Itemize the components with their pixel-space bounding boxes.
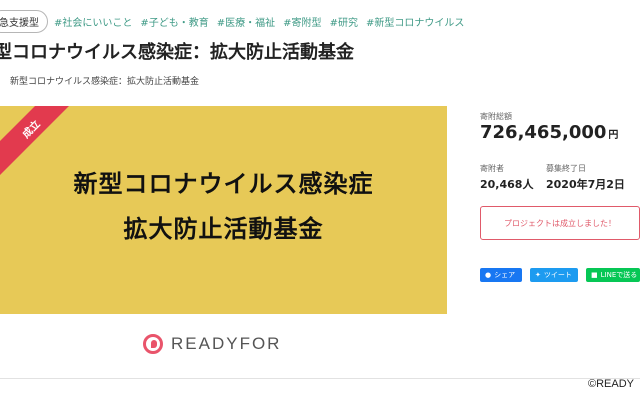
hero-line-1: 新型コロナウイルス感染症	[73, 169, 374, 198]
end-date-label: 募集終了日	[546, 164, 586, 173]
total-amount: 726,465,000 円	[480, 122, 618, 143]
donors-label: 寄附者	[480, 164, 504, 173]
tag-donation-type[interactable]: #寄附型	[283, 14, 321, 29]
facebook-share-button[interactable]: ● シェア	[480, 268, 522, 282]
project-title: 型コロナウイルス感染症：拡大防止活動基金	[0, 42, 354, 63]
readyfor-logo: READYFOR	[143, 331, 281, 357]
project-hero-image: 新型コロナウイルス感染症 拡大防止活動基金 成立 READYFOR	[0, 106, 447, 367]
tag-bar: 急支援型 #社会にいいこと #子ども・教育 #医療・福祉 #寄附型 #研究 #新…	[0, 9, 472, 33]
tag-research[interactable]: #研究	[330, 14, 358, 29]
twitter-share-button[interactable]: ✦ ツイート	[530, 268, 578, 282]
tag-medical-welfare[interactable]: #医療・福祉	[217, 14, 275, 29]
twitter-icon: ✦	[535, 271, 541, 279]
copyright-notice: ©READY	[588, 378, 635, 390]
project-type-badge[interactable]: 急支援型	[0, 9, 48, 33]
tag-social-good[interactable]: #社会にいいこと	[54, 14, 132, 29]
readyfor-logo-icon	[143, 334, 163, 354]
total-unit: 円	[608, 130, 619, 141]
stats-panel: 寄附総額 726,465,000 円 寄附者 20,468人 募集終了日 2020…	[480, 0, 640, 400]
readyfor-logo-text: READYFOR	[171, 334, 282, 353]
line-share-button[interactable]: ■ LINEで送る	[586, 268, 640, 282]
total-label: 寄附総額	[480, 112, 512, 121]
tag-children-education[interactable]: #子ども・教育	[140, 14, 208, 29]
total-value: 726,465,000	[480, 122, 607, 143]
facebook-icon: ●	[485, 271, 492, 279]
facebook-share-label: シェア	[494, 271, 516, 279]
hero-banner: 新型コロナウイルス感染症 拡大防止活動基金	[0, 106, 447, 314]
line-share-label: LINEで送る	[600, 271, 638, 279]
end-date-value: 2020年7月2日	[546, 178, 625, 191]
project-subtitle[interactable]: 新型コロナウイルス感染症：拡大防止活動基金	[10, 74, 199, 87]
line-icon: ■	[591, 271, 598, 279]
hero-line-2: 拡大防止活動基金	[123, 214, 324, 243]
tag-covid[interactable]: #新型コロナウイルス	[366, 14, 464, 29]
twitter-share-label: ツイート	[543, 271, 572, 279]
project-success-notice: プロジェクトは成立しました！	[480, 206, 640, 240]
donors-value: 20,468人	[480, 178, 534, 191]
